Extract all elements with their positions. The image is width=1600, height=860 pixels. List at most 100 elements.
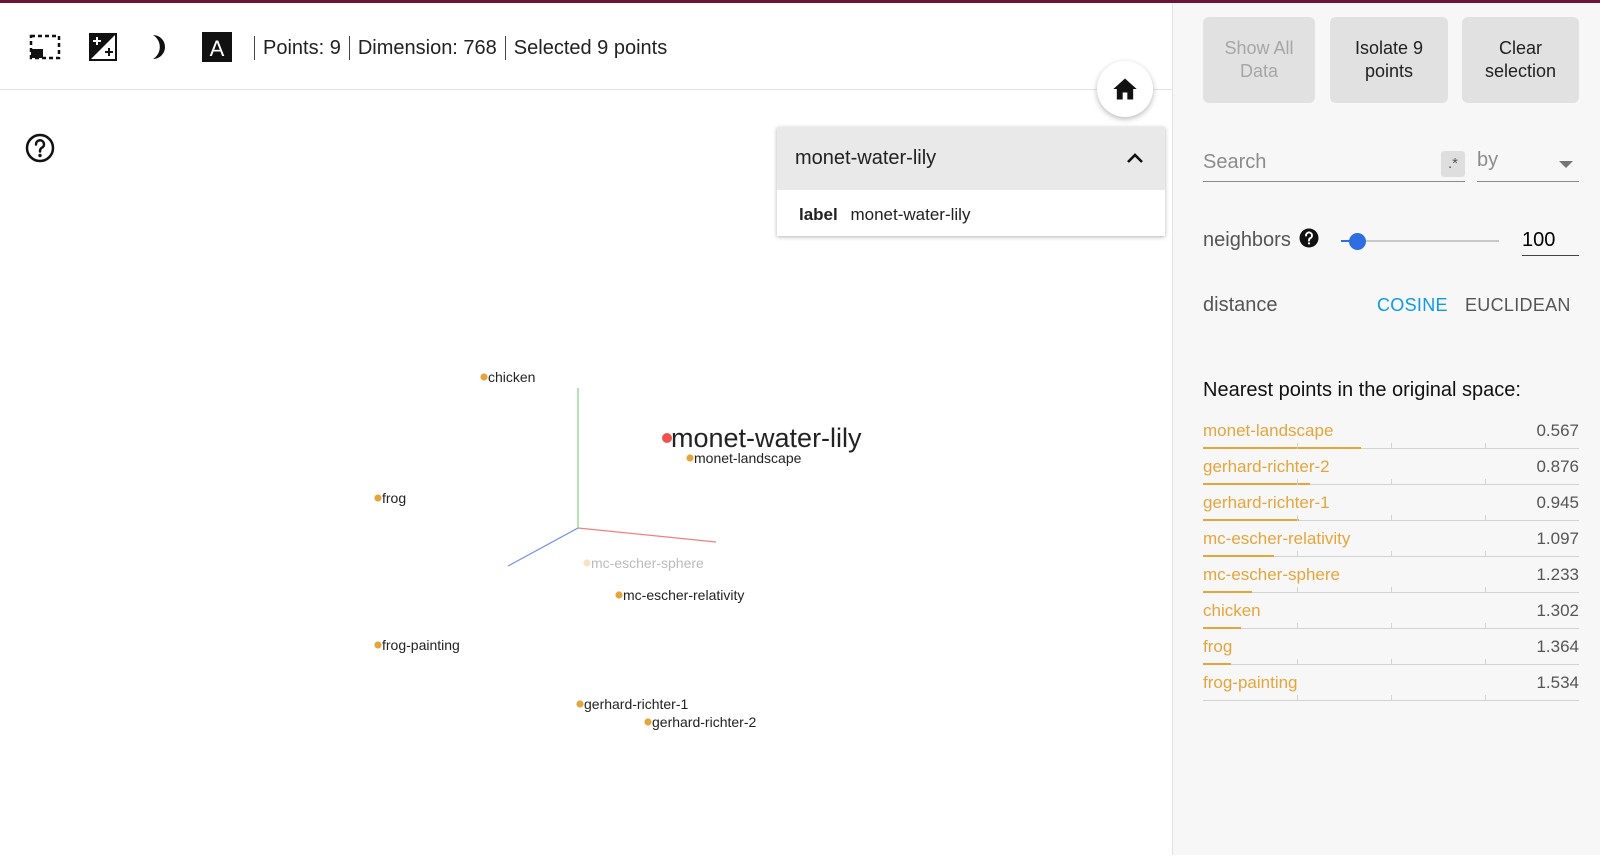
scatter-point[interactable]: frog	[374, 490, 406, 506]
distance-bar-tick	[1391, 659, 1392, 665]
nearest-point-name[interactable]: gerhard-richter-1	[1203, 493, 1330, 513]
slider-knob[interactable]	[1348, 233, 1366, 250]
nearest-point-row[interactable]: gerhard-richter-1 0.945	[1203, 486, 1579, 522]
crescent-icon[interactable]	[143, 31, 175, 63]
point-label: mc-escher-sphere	[591, 555, 704, 571]
point-label: frog-painting	[382, 637, 460, 653]
nearest-point-distance: 1.534	[1536, 673, 1579, 692]
selected-count: Selected 9 points	[513, 36, 668, 59]
selected-point-card: monet-water-lily label monet-water-lily	[777, 127, 1165, 236]
label-toggle-icon[interactable]: A	[201, 31, 233, 63]
caret-down-icon	[1559, 161, 1573, 168]
scatter-point[interactable]: gerhard-richter-2	[644, 714, 756, 730]
distance-euclidean-option[interactable]: EUCLIDEAN	[1465, 295, 1571, 316]
distance-bar-tick	[1485, 623, 1486, 629]
divider	[504, 36, 506, 60]
distance-bar-fill	[1203, 447, 1361, 449]
scatter-point[interactable]: mc-escher-relativity	[615, 587, 744, 603]
nearest-point-distance: 0.876	[1536, 457, 1579, 476]
distance-label: distance	[1203, 294, 1278, 316]
divider	[254, 36, 255, 60]
point-marker[interactable]	[583, 559, 591, 567]
scatter-point[interactable]: mc-escher-sphere	[583, 555, 704, 571]
isolate-points-button[interactable]: Isolate 9 points	[1330, 17, 1448, 103]
regex-toggle[interactable]: .*	[1441, 151, 1465, 177]
chevron-up-icon[interactable]	[1123, 147, 1147, 171]
neighbors-input[interactable]	[1522, 225, 1579, 256]
nearest-point-name[interactable]: frog-painting	[1203, 673, 1298, 693]
distance-bar-tick	[1485, 659, 1486, 665]
home-icon	[1113, 78, 1137, 100]
distance-bar-fill	[1203, 555, 1275, 557]
point-marker[interactable]	[374, 494, 382, 502]
nearest-point-row[interactable]: chicken 1.302	[1203, 594, 1579, 630]
nearest-point-name[interactable]: mc-escher-relativity	[1203, 529, 1350, 549]
home-button[interactable]	[1097, 61, 1153, 117]
distance-bar-tick	[1391, 551, 1392, 557]
distance-bar-fill	[1203, 627, 1241, 629]
nearest-point-name[interactable]: frog	[1203, 637, 1232, 657]
nearest-point-name[interactable]: gerhard-richter-2	[1203, 457, 1330, 477]
nearest-point-distance: 1.233	[1536, 565, 1579, 584]
scatter-point[interactable]: gerhard-richter-1	[576, 696, 688, 712]
nearest-point-row[interactable]: mc-escher-sphere 1.233	[1203, 558, 1579, 594]
point-marker[interactable]	[615, 591, 623, 599]
projector-toolbar: A Points: 9 Dimension: 768 Selected 9 po…	[0, 3, 1172, 90]
search-by-select[interactable]: by	[1477, 143, 1579, 182]
scatter-point[interactable]: frog-painting	[374, 637, 460, 653]
distance-bar-tick	[1297, 443, 1298, 449]
nearest-point-row[interactable]: monet-landscape 0.567	[1203, 414, 1579, 450]
nearest-point-name[interactable]: mc-escher-sphere	[1203, 565, 1340, 585]
distance-bar-fill	[1203, 519, 1300, 521]
nearest-point-distance: 1.364	[1536, 637, 1579, 656]
field-value: monet-water-lily	[850, 205, 971, 224]
search-input[interactable]	[1203, 149, 1423, 175]
point-marker[interactable]	[374, 641, 382, 649]
distance-bar-fill	[1203, 483, 1311, 485]
scatter-point[interactable]: chicken	[480, 369, 535, 385]
nearest-point-name[interactable]: chicken	[1203, 601, 1261, 621]
point-marker[interactable]	[576, 700, 584, 708]
distance-bar-tick	[1485, 443, 1486, 449]
nearest-point-row[interactable]: frog 1.364	[1203, 630, 1579, 666]
nearest-point-row[interactable]: mc-escher-relativity 1.097	[1203, 522, 1579, 558]
nearest-point-name[interactable]: monet-landscape	[1203, 421, 1333, 441]
field-key: label	[799, 205, 838, 224]
clear-selection-button[interactable]: Clear selection	[1462, 17, 1579, 103]
scatter-point[interactable]: monet-water-lily	[662, 423, 862, 453]
distance-bar-fill	[1203, 663, 1231, 665]
x-axis-line	[577, 527, 717, 543]
scatter-point[interactable]: monet-landscape	[686, 450, 802, 466]
selected-point-header[interactable]: monet-water-lily	[777, 127, 1165, 190]
distance-bar-tick	[1297, 551, 1298, 557]
distance-bar-tick	[1297, 623, 1298, 629]
point-marker[interactable]	[686, 454, 694, 462]
selected-point-title: monet-water-lily	[795, 147, 937, 169]
distance-bar-tick	[1391, 443, 1392, 449]
neighbors-slider[interactable]	[1341, 229, 1499, 253]
point-label: mc-escher-relativity	[623, 587, 744, 603]
distance-bar-tick	[1485, 479, 1486, 485]
help-circle-icon[interactable]	[1299, 228, 1319, 248]
distance-bar-fill	[1203, 591, 1253, 593]
distance-bar-tick	[1485, 551, 1486, 557]
distance-bar-tick	[1391, 515, 1392, 521]
show-all-data-button[interactable]: Show All Data	[1203, 17, 1315, 103]
dimension-count: Dimension: 768	[357, 36, 497, 59]
point-label: gerhard-richter-1	[584, 696, 688, 712]
point-label: frog	[382, 490, 406, 506]
point-label: monet-water-lily	[671, 423, 862, 453]
nearest-point-row[interactable]: gerhard-richter-2 0.876	[1203, 450, 1579, 486]
nearest-point-row[interactable]: frog-painting 1.534	[1203, 666, 1579, 702]
distance-bar-tick	[1391, 623, 1392, 629]
search-by-label: by	[1477, 149, 1499, 171]
night-mode-icon[interactable]	[87, 31, 119, 63]
point-marker[interactable]	[644, 718, 652, 726]
distance-cosine-option[interactable]: COSINE	[1377, 295, 1448, 316]
search-field: .*	[1203, 143, 1465, 182]
point-label: gerhard-richter-2	[652, 714, 756, 730]
point-marker[interactable]	[480, 373, 488, 381]
rect-select-icon[interactable]	[29, 31, 61, 63]
distance-bar-tick	[1297, 695, 1298, 701]
z-axis-line	[507, 527, 579, 567]
